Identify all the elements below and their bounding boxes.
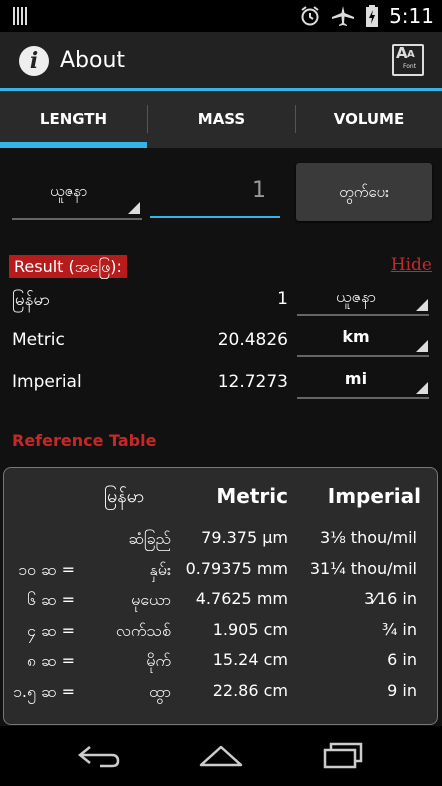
- result-row-value: 1: [277, 289, 288, 309]
- unit-spinner-label: ယူဇနာ: [50, 182, 88, 200]
- result-unit-label: km: [342, 327, 370, 346]
- ref-row-myanmar: ထွာ: [148, 681, 171, 701]
- font-icon-label: Font: [403, 63, 417, 70]
- result-row-value: 20.4826: [217, 330, 288, 350]
- back-icon[interactable]: [78, 744, 122, 768]
- result-row-label: Imperial: [12, 372, 82, 392]
- action-bar: i About A A Font: [0, 32, 442, 88]
- convert-button[interactable]: တွက်ပေး: [296, 163, 432, 221]
- font-icon[interactable]: A A Font: [392, 44, 424, 76]
- ref-row-metric: 4.7625 mm: [195, 589, 288, 608]
- tab-bar: LENGTH MASS VOLUME: [0, 91, 442, 148]
- ref-header-imperial: Imperial: [327, 484, 421, 508]
- reference-title: Reference Table: [12, 431, 157, 450]
- tab-mass[interactable]: MASS: [148, 91, 295, 148]
- clock: 5:11: [389, 4, 434, 28]
- tab-length[interactable]: LENGTH: [0, 91, 147, 148]
- info-icon[interactable]: i: [19, 46, 49, 76]
- result-unit-spinner[interactable]: km: [297, 321, 429, 357]
- ref-row-metric: 0.79375 mm: [185, 558, 288, 578]
- ref-row-multiplier: ၁.၅ ဆ =: [12, 681, 75, 701]
- spinner-arrow-icon: [416, 340, 428, 352]
- navigation-bar: [0, 726, 442, 786]
- spinner-arrow-icon: [416, 299, 428, 311]
- result-unit-label: ယူဇနာ: [336, 287, 376, 306]
- ref-row-multiplier: ၆ ဆ =: [26, 590, 75, 609]
- result-unit-spinner[interactable]: mi: [297, 363, 429, 399]
- ref-row-multiplier: ၄ ဆ =: [26, 620, 75, 640]
- page-title: About: [60, 48, 126, 73]
- ref-row-myanmar: လက်သစ်: [115, 620, 171, 640]
- alarm-icon: [301, 6, 319, 26]
- unit-spinner[interactable]: ယူဇနာ: [12, 174, 142, 220]
- ref-row-imperial: ¾ in: [381, 619, 417, 639]
- ref-row-metric: 1.905 cm: [212, 619, 288, 639]
- ref-row-imperial: 31¼ thou/mil: [309, 558, 417, 578]
- result-row-label: Metric: [12, 330, 65, 350]
- tab-volume[interactable]: VOLUME: [296, 91, 442, 148]
- ref-row-myanmar: နှမ်း: [149, 559, 171, 579]
- result-row-label: မြန်မာ: [12, 290, 51, 310]
- airplane-icon: [332, 6, 355, 26]
- ref-header-myanmar: မြန်မာ: [104, 486, 145, 507]
- result-unit-label: mi: [344, 369, 368, 388]
- result-row-value: 12.7273: [217, 372, 288, 392]
- result-label: Result (အဖြေ):: [9, 255, 127, 278]
- ref-row-imperial: 3⅛ thou/mil: [320, 528, 417, 547]
- ref-row-metric: 22.86 cm: [212, 680, 288, 700]
- result-unit-spinner[interactable]: ယူဇနာ: [297, 280, 429, 316]
- ref-row-myanmar: မိုက်: [146, 651, 171, 670]
- ref-row-multiplier: ၈ ဆ =: [26, 651, 75, 670]
- amount-value: 1: [252, 178, 266, 203]
- ref-row-imperial: 9 in: [387, 680, 417, 700]
- ref-row-metric: 79.375 µm: [201, 528, 288, 547]
- notification-icon: [13, 7, 29, 25]
- ref-header-metric: Metric: [216, 484, 288, 508]
- recent-apps-icon[interactable]: [322, 742, 366, 770]
- spinner-arrow-icon: [416, 382, 428, 394]
- battery-icon: [366, 5, 379, 27]
- ref-row-metric: 15.24 cm: [212, 650, 288, 669]
- ref-row-multiplier: ၁၀ ဆ =: [17, 559, 75, 579]
- home-icon[interactable]: [198, 744, 244, 768]
- amount-input[interactable]: 1: [150, 170, 280, 218]
- ref-row-imperial: 3⁄16 in: [364, 589, 417, 608]
- ref-row-myanmar: ဆံခြည်: [128, 529, 171, 548]
- ref-row-imperial: 6 in: [387, 650, 417, 669]
- status-bar: 5:11: [0, 0, 442, 32]
- hide-link[interactable]: Hide: [391, 255, 432, 275]
- ref-row-myanmar: မုယော: [131, 590, 171, 609]
- spinner-arrow-icon: [128, 202, 140, 214]
